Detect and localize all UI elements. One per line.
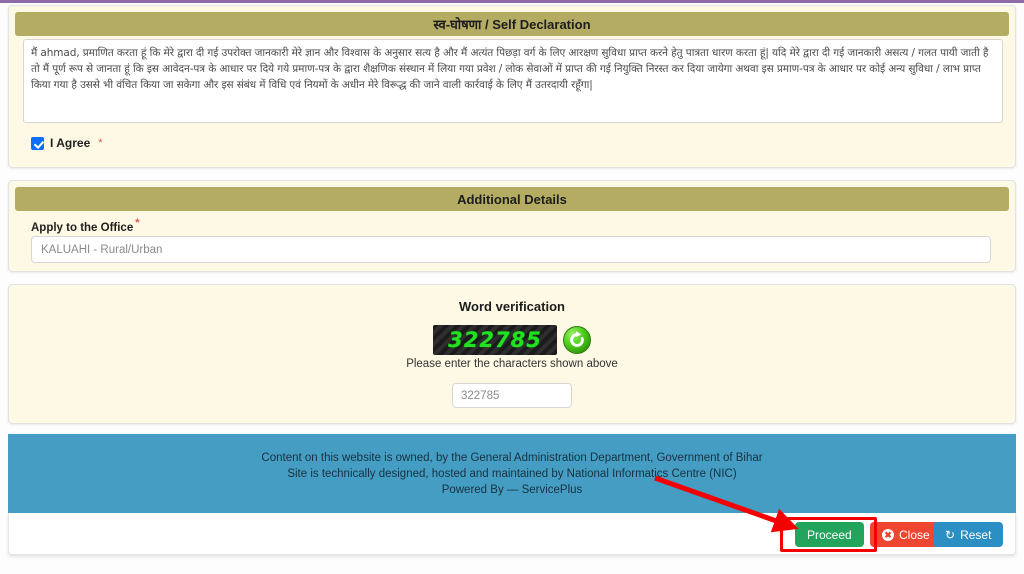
apply-to-office-label: Apply to the Office * [31, 217, 140, 234]
top-accent-strip [0, 0, 1024, 3]
proceed-button[interactable]: Proceed [795, 522, 864, 547]
footer-line-powered-by: Powered By — ServicePlus [441, 483, 583, 496]
reset-button-label: Reset [960, 527, 992, 542]
proceed-button-label: Proceed [807, 527, 852, 542]
agree-row[interactable]: I Agree * [31, 136, 103, 150]
close-circle-icon: ✖ [882, 528, 894, 541]
site-footer: Content on this website is owned, by the… [8, 434, 1016, 513]
refresh-icon: ↻ [945, 527, 956, 542]
i-agree-checkbox[interactable] [31, 136, 44, 150]
footer-line-maintainer: Site is technically designed, hosted and… [287, 467, 737, 480]
form-action-bar: Proceed ✖ Close ↻ Reset [8, 513, 1016, 555]
additional-details-header: Additional Details [15, 187, 1009, 211]
required-asterisk: * [135, 217, 140, 229]
apply-to-office-value: KALUAHI - Rural/Urban [41, 243, 163, 256]
apply-to-office-input[interactable]: KALUAHI - Rural/Urban [31, 236, 991, 263]
captcha-row: 322785 [9, 325, 1015, 355]
captcha-input[interactable]: 322785 [452, 383, 572, 408]
word-verification-section: Word verification 322785 Please enter th… [8, 284, 1016, 424]
captcha-code-text: 322785 [448, 328, 542, 352]
i-agree-label: I Agree [50, 136, 91, 150]
close-button-label: Close [899, 527, 930, 542]
self-declaration-header: स्व-घोषणा / Self Declaration [15, 12, 1009, 36]
declaration-text: मैं ahmad, प्रमाणित करता हूं कि मेरे द्व… [31, 47, 989, 91]
captcha-image: 322785 [433, 325, 557, 355]
word-verification-title: Word verification [459, 299, 565, 314]
captcha-input-value: 322785 [461, 389, 500, 402]
captcha-refresh-icon[interactable] [563, 326, 591, 354]
footer-line-owner: Content on this website is owned, by the… [261, 451, 763, 464]
required-asterisk: * [98, 137, 103, 149]
page-root: स्व-घोषणा / Self Declaration मैं ahmad, … [0, 0, 1024, 574]
close-button[interactable]: ✖ Close [870, 522, 942, 547]
captcha-hint-text: Please enter the characters shown above [406, 358, 618, 370]
self-declaration-section: स्व-घोषणा / Self Declaration मैं ahmad, … [8, 5, 1016, 168]
apply-to-office-label-text: Apply to the Office [31, 221, 134, 234]
additional-details-section: Additional Details Apply to the Office * … [8, 180, 1016, 272]
reset-button[interactable]: ↻ Reset [933, 522, 1004, 547]
declaration-text-box: मैं ahmad, प्रमाणित करता हूं कि मेरे द्व… [23, 39, 1003, 123]
